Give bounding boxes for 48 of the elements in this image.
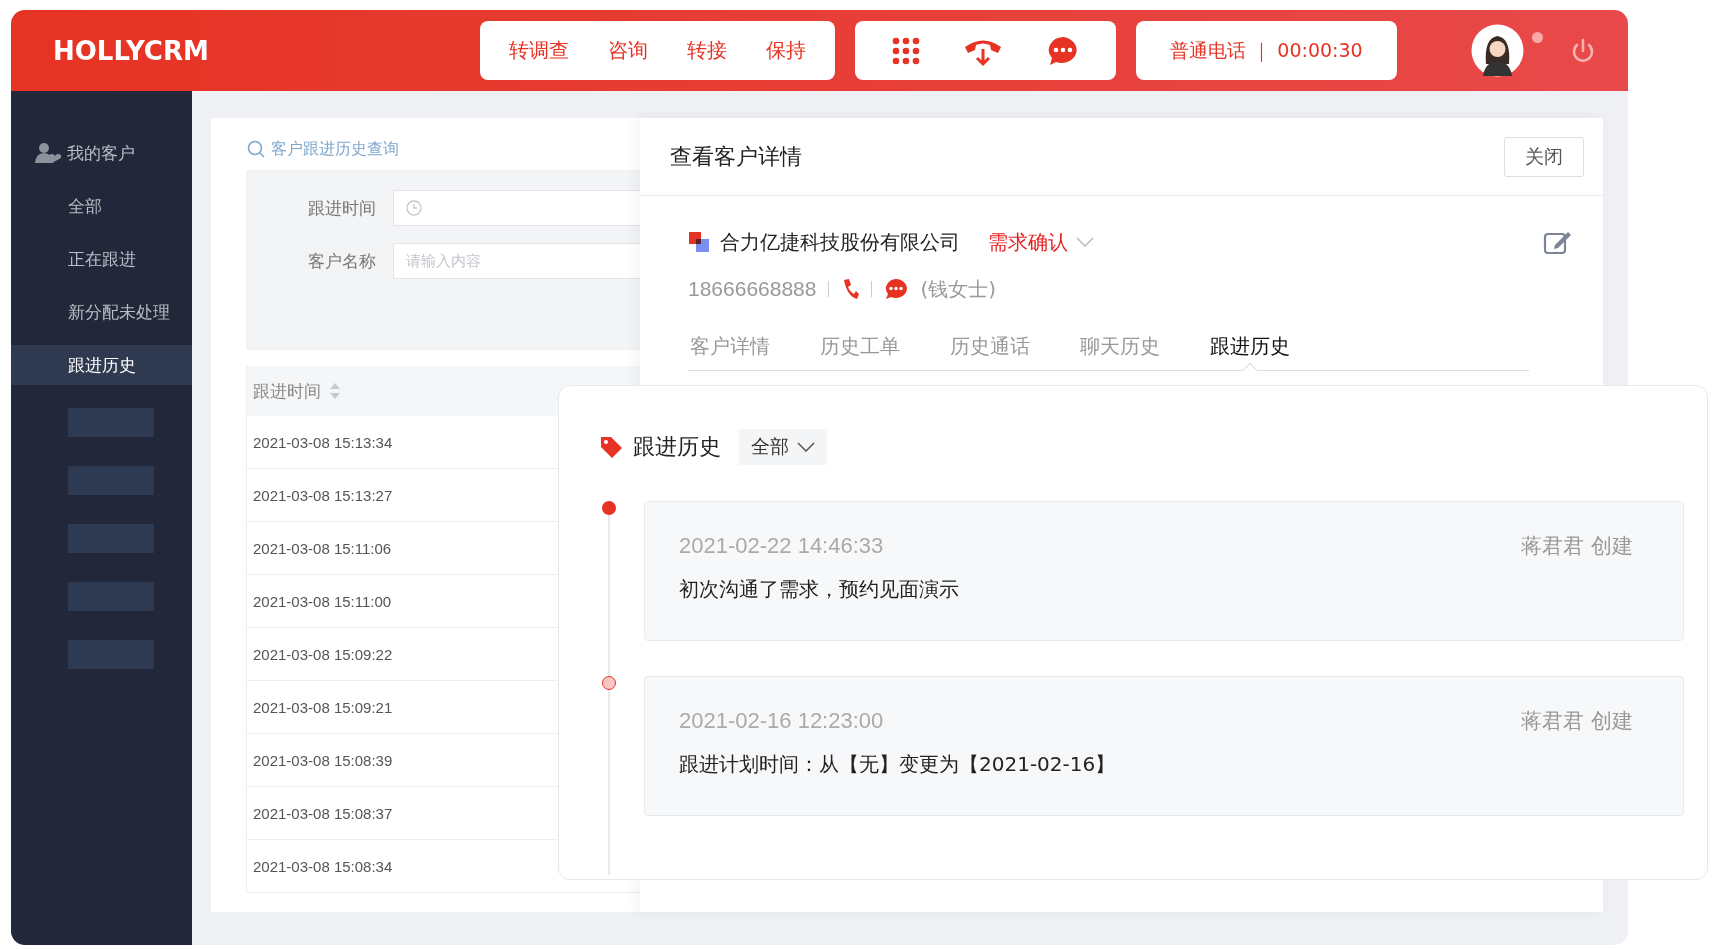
entry-text: 初次沟通了需求，预约见面演示 bbox=[679, 576, 960, 603]
field-label: 客户名称 bbox=[307, 249, 377, 273]
tab[interactable]: 聊天历史 bbox=[1080, 322, 1160, 370]
sidebar-section-title: 我的客户 bbox=[67, 141, 135, 165]
sidebar-item[interactable]: 正在跟进 bbox=[11, 239, 192, 279]
clock-icon bbox=[406, 200, 422, 216]
chevron-down-icon bbox=[1076, 237, 1094, 247]
tab[interactable]: 历史工单 bbox=[820, 322, 900, 370]
chat-icon[interactable] bbox=[884, 278, 909, 300]
text-field[interactable]: 请输入内容 bbox=[393, 243, 640, 279]
call-action-button[interactable]: 保持 bbox=[763, 33, 808, 68]
app-logo: HOLLYCRM bbox=[53, 35, 210, 66]
sidebar-item[interactable]: 全部 bbox=[11, 186, 192, 226]
chevron-down-icon bbox=[797, 442, 815, 452]
close-button[interactable]: 关闭 bbox=[1504, 136, 1584, 177]
users-icon bbox=[35, 141, 61, 165]
call-action-button[interactable]: 转调查 bbox=[507, 33, 572, 68]
tab[interactable]: 跟进历史 bbox=[1210, 322, 1290, 370]
power-icon[interactable] bbox=[1570, 37, 1596, 64]
avatar[interactable] bbox=[1471, 24, 1524, 77]
sidebar-item[interactable]: 新分配未处理 bbox=[11, 292, 192, 332]
contact-name: (钱女士) bbox=[920, 275, 997, 303]
company-name: 合力亿捷科技股份有限公司 bbox=[720, 228, 960, 256]
tag-icon bbox=[599, 435, 623, 459]
call-action-button[interactable]: 转接 bbox=[684, 33, 729, 68]
call-status: 普通电话 ｜ 00:00:30 bbox=[1170, 37, 1363, 64]
tab[interactable]: 客户详情 bbox=[690, 322, 770, 370]
entry-time: 2021-02-22 14:46:33 bbox=[679, 533, 884, 559]
field-label: 跟进时间 bbox=[307, 196, 377, 220]
call-action-button[interactable]: 咨询 bbox=[606, 33, 651, 68]
date-field[interactable] bbox=[393, 190, 640, 226]
tab[interactable]: 历史通话 bbox=[950, 322, 1030, 370]
filter-dropdown[interactable]: 全部 bbox=[739, 429, 827, 465]
panel-title: 客户跟进历史查询 bbox=[271, 138, 399, 160]
sidebar-item[interactable]: 跟进历史 bbox=[11, 345, 192, 385]
dialpad-icon[interactable] bbox=[891, 35, 922, 66]
entry-time: 2021-02-16 12:23:00 bbox=[679, 708, 884, 734]
entry-author: 蒋君君 创建 bbox=[1521, 533, 1633, 560]
edit-icon[interactable] bbox=[1543, 229, 1573, 255]
column-header: 跟进时间 bbox=[253, 379, 321, 403]
search-icon bbox=[247, 140, 265, 158]
entry-text: 跟进计划时间：从【无】变更为【2021-02-16】 bbox=[679, 751, 1117, 778]
panel-title: 查看客户详情 bbox=[670, 142, 802, 171]
phone-icon[interactable] bbox=[841, 278, 860, 300]
stage-dropdown[interactable]: 需求确认 bbox=[988, 228, 1094, 256]
company-logo-icon bbox=[688, 231, 710, 253]
entry-author: 蒋君君 创建 bbox=[1521, 708, 1633, 735]
phone-number: 18666668888 bbox=[688, 277, 817, 301]
